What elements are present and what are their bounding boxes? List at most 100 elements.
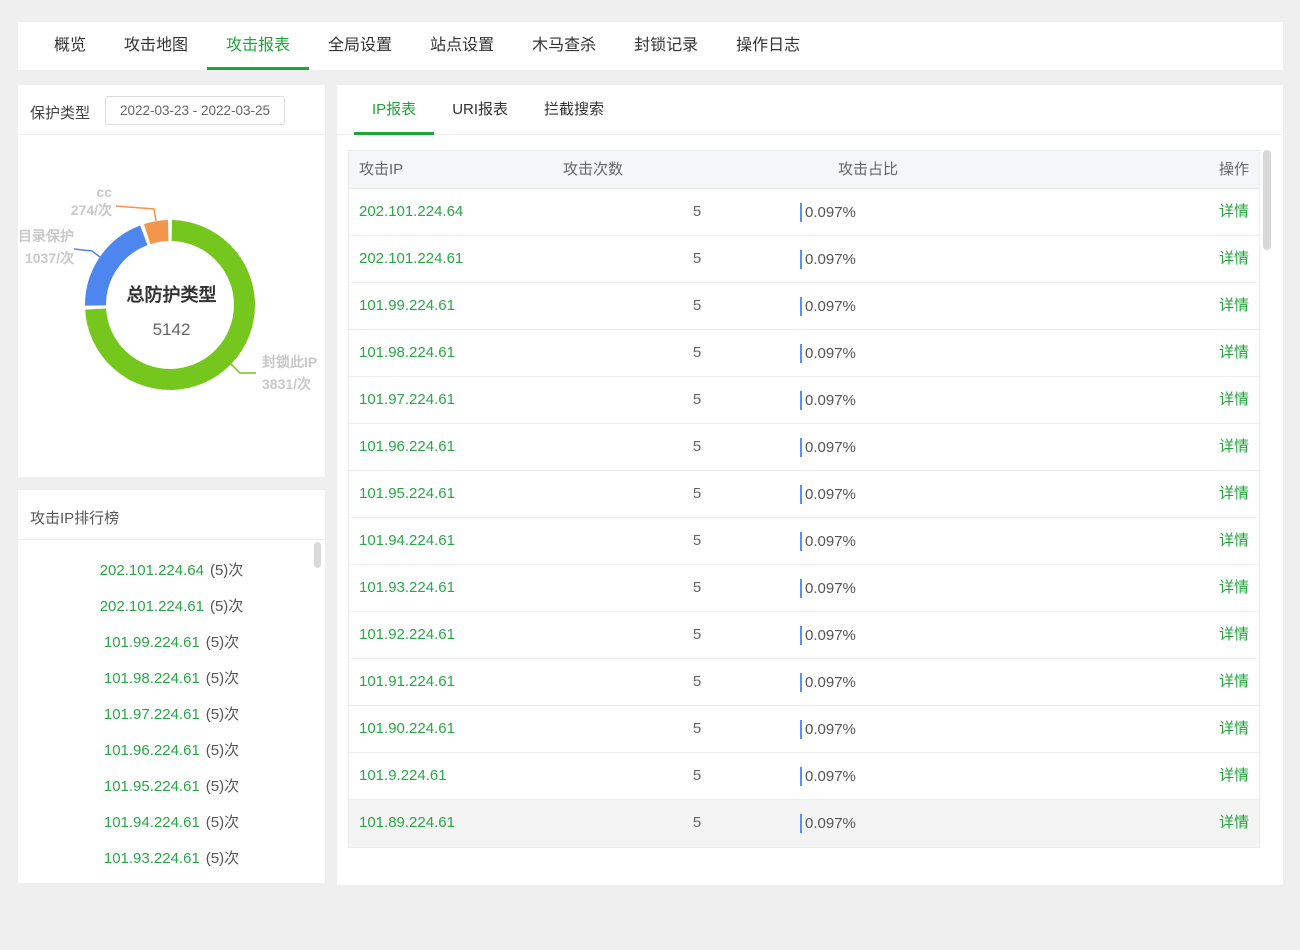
donut-callout-name: 封锁此IP [262,351,317,373]
table-row: 101.90.224.6150.097%详情 [349,706,1259,753]
attack-count-cell: 5 [649,471,745,517]
percent-value: 0.097% [805,674,856,691]
detail-link[interactable]: 详情 [1219,706,1249,752]
attack-report-panel: IP报表URI报表拦截搜索 攻击IP攻击次数攻击占比操作 202.101.224… [337,85,1283,885]
detail-link[interactable]: 详情 [1219,612,1249,658]
ranking-ip: 202.101.224.64 [100,562,204,579]
ranking-item: 202.101.224.61(5)次 [18,589,325,625]
nav-tab[interactable]: 站点设置 [411,22,513,70]
report-tab[interactable]: URI报表 [434,85,526,134]
donut-slice-cc [147,231,168,235]
table-scrollbar-thumb[interactable] [1263,150,1271,250]
detail-link[interactable]: 详情 [1219,377,1249,423]
donut-callout-dir-protect: 目录保护 1037/次 [18,225,74,269]
ranking-item: 101.97.224.61 (5)次 [18,697,325,733]
attack-ip-cell: 101.89.224.61 [359,800,455,846]
percent-value: 0.097% [805,768,856,785]
table-row: 101.95.224.6150.097%详情 [349,471,1259,518]
percent-bar [800,391,802,410]
detail-link[interactable]: 详情 [1219,565,1249,611]
nav-tab-active[interactable]: 攻击报表 [207,22,309,70]
detail-link[interactable]: 详情 [1219,189,1249,235]
detail-link[interactable]: 详情 [1219,659,1249,705]
percent-value: 0.097% [805,815,856,832]
percent-value: 0.097% [805,580,856,597]
report-tabs: IP报表URI报表拦截搜索 [337,85,1283,135]
table-header-row: 攻击IP攻击次数攻击占比操作 [349,151,1259,189]
detail-link[interactable]: 详情 [1219,283,1249,329]
report-tab[interactable]: 拦截搜索 [526,85,622,134]
detail-link[interactable]: 详情 [1219,424,1249,470]
table-row: 101.99.224.6150.097%详情 [349,283,1259,330]
waf-attack-report-page: { "nav": { "tabs": ["概览", "攻击地图", "攻击报表"… [0,0,1300,950]
protection-type-label: 保护类型 [30,102,90,123]
attack-ip-cell: 101.96.224.61 [359,424,455,470]
table-header-cell: 攻击占比 [838,151,898,189]
ranking-ip: 101.95.224.61 [104,778,200,795]
ranking-count: (5)次 [206,634,239,651]
ranking-count: (5)次 [206,670,239,687]
protection-type-panel: 保护类型 总防护类型 5142 cc 274/次 目录保护 1037/次 封锁此… [18,85,325,477]
nav-tab[interactable]: 封锁记录 [615,22,717,70]
ranking-item: 101.93.224.61(5)次 [18,841,325,866]
ranking-ip: 101.94.224.61 [104,814,200,831]
attack-count-cell: 5 [649,424,745,470]
ranking-scrollbar-thumb[interactable] [314,542,321,568]
detail-link[interactable]: 详情 [1219,236,1249,282]
detail-link[interactable]: 详情 [1219,800,1249,846]
nav-tab[interactable]: 概览 [35,22,105,70]
attack-count-cell: 5 [649,612,745,658]
report-tab-active[interactable]: IP报表 [354,85,434,134]
donut-leader-line [74,249,100,257]
attack-percent-cell: 0.097% [800,612,856,658]
attack-percent-cell: 0.097% [800,189,856,235]
table-row: 202.101.224.6150.097%详情 [349,236,1259,283]
protection-panel-header: 保护类型 [18,85,325,135]
ranking-count: (5)次 [206,850,239,866]
attack-percent-cell: 0.097% [800,565,856,611]
percent-bar [800,767,802,786]
percent-bar [800,720,802,739]
donut-chart-canvas [18,135,325,477]
attack-ip-cell: 101.92.224.61 [359,612,455,658]
attack-percent-cell: 0.097% [800,800,856,846]
date-range-input[interactable] [105,96,285,125]
donut-callout-name: 目录保护 [18,225,74,247]
detail-link[interactable]: 详情 [1219,518,1249,564]
nav-tab[interactable]: 木马查杀 [513,22,615,70]
percent-bar [800,532,802,551]
attack-count-cell: 5 [649,706,745,752]
detail-link[interactable]: 详情 [1219,330,1249,376]
table-row: 101.9.224.6150.097%详情 [349,753,1259,800]
attack-ip-cell: 101.95.224.61 [359,471,455,517]
donut-callout-value: 274/次 [71,201,112,219]
nav-tab[interactable]: 全局设置 [309,22,411,70]
percent-value: 0.097% [805,721,856,738]
attack-count-cell: 5 [649,659,745,705]
ranking-count: (5)次 [210,598,243,615]
ranking-count: (5)次 [206,814,239,831]
table-row: 202.101.224.64 5 0.097% 详情 [349,189,1259,236]
donut-callout-value: 1037/次 [18,247,74,269]
attack-count-cell: 5 [649,189,745,235]
ranking-title: 攻击IP排行榜 [30,507,119,528]
attack-ip-cell: 202.101.224.64 [359,189,463,235]
nav-tab[interactable]: 攻击地图 [105,22,207,70]
detail-link[interactable]: 详情 [1219,471,1249,517]
percent-bar [800,814,802,833]
attack-percent-cell: 0.097% [800,518,856,564]
ranking-count: (5)次 [206,742,239,759]
percent-bar [800,203,802,222]
attack-percent-cell: 0.097% [800,236,856,282]
nav-tab[interactable]: 操作日志 [717,22,819,70]
attack-ip-cell: 101.91.224.61 [359,659,455,705]
ranking-count: (5)次 [206,706,239,723]
table-header-cell: 攻击次数 [563,151,623,189]
attack-percent-cell: 0.097% [800,283,856,329]
attack-count-cell: 5 [649,377,745,423]
donut-slice-dir-protect [95,235,143,305]
table-row: 101.94.224.6150.097%详情 [349,518,1259,565]
percent-bar [800,438,802,457]
detail-link[interactable]: 详情 [1219,753,1249,799]
ranking-ip: 101.97.224.61 [104,706,200,723]
